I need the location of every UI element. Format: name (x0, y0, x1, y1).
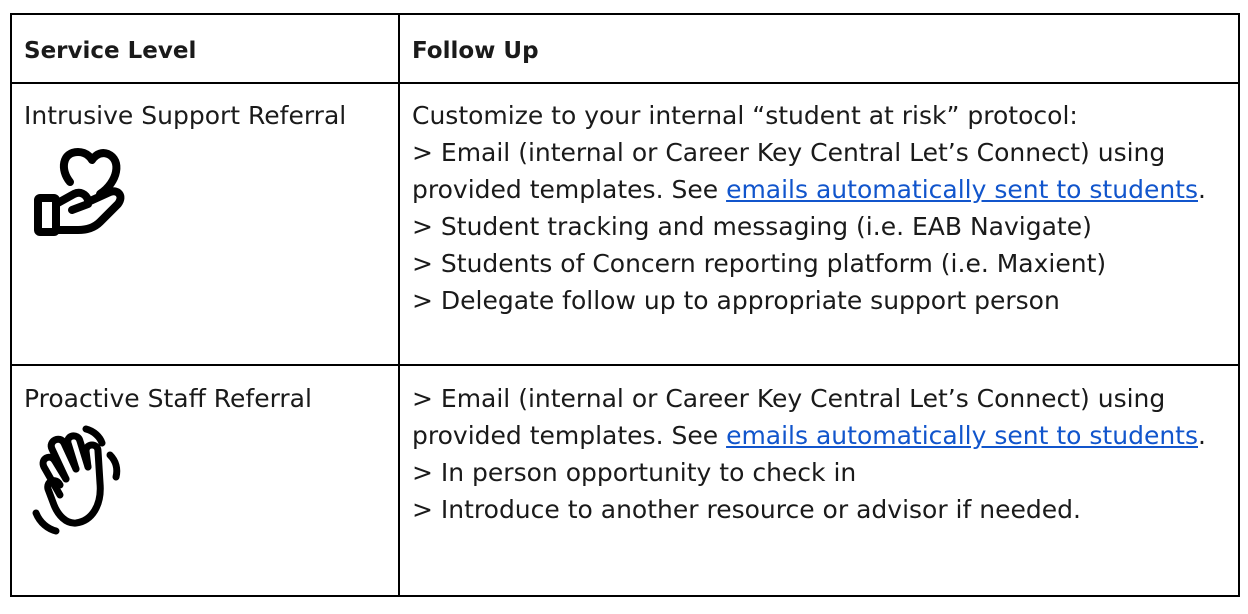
table-row: Proactive Staff Referral > Email (intern… (10, 364, 1240, 597)
follow-up-item: > Students of Concern reporting platform… (412, 249, 1107, 278)
service-level-table: Service Level Follow Up Intrusive Suppor… (10, 13, 1240, 597)
follow-up-item: > Student tracking and messaging (i.e. E… (412, 212, 1092, 241)
follow-up-cell: > Email (internal or Career Key Central … (398, 364, 1240, 597)
follow-up-email-line: > Email (internal or Career Key Central … (412, 134, 1226, 208)
service-level-cell: Intrusive Support Referral (10, 82, 400, 366)
follow-up-item: > In person opportunity to check in (412, 458, 857, 487)
table-header-row: Service Level Follow Up (10, 13, 1240, 84)
hand-holding-heart-icon (34, 148, 125, 236)
waving-hand-icon (32, 425, 121, 535)
follow-up-cell: Customize to your internal “student at r… (398, 82, 1240, 366)
follow-up-intro: Customize to your internal “student at r… (412, 101, 1078, 130)
service-level-cell: Proactive Staff Referral (10, 364, 400, 597)
service-level-label: Proactive Staff Referral (24, 384, 312, 413)
table-row: Intrusive Support Referral Customize to … (10, 82, 1240, 366)
email-line-suffix: . (1198, 175, 1206, 204)
header-follow-up: Follow Up (398, 13, 1240, 84)
header-service-level: Service Level (10, 13, 400, 84)
emails-sent-link[interactable]: emails automatically sent to students (726, 421, 1198, 450)
emails-sent-link[interactable]: emails automatically sent to students (726, 175, 1198, 204)
service-level-label: Intrusive Support Referral (24, 101, 347, 130)
follow-up-item: > Delegate follow up to appropriate supp… (412, 286, 1060, 315)
follow-up-email-line: > Email (internal or Career Key Central … (412, 380, 1226, 454)
follow-up-item: > Introduce to another resource or advis… (412, 495, 1081, 524)
email-line-suffix: . (1198, 421, 1206, 450)
